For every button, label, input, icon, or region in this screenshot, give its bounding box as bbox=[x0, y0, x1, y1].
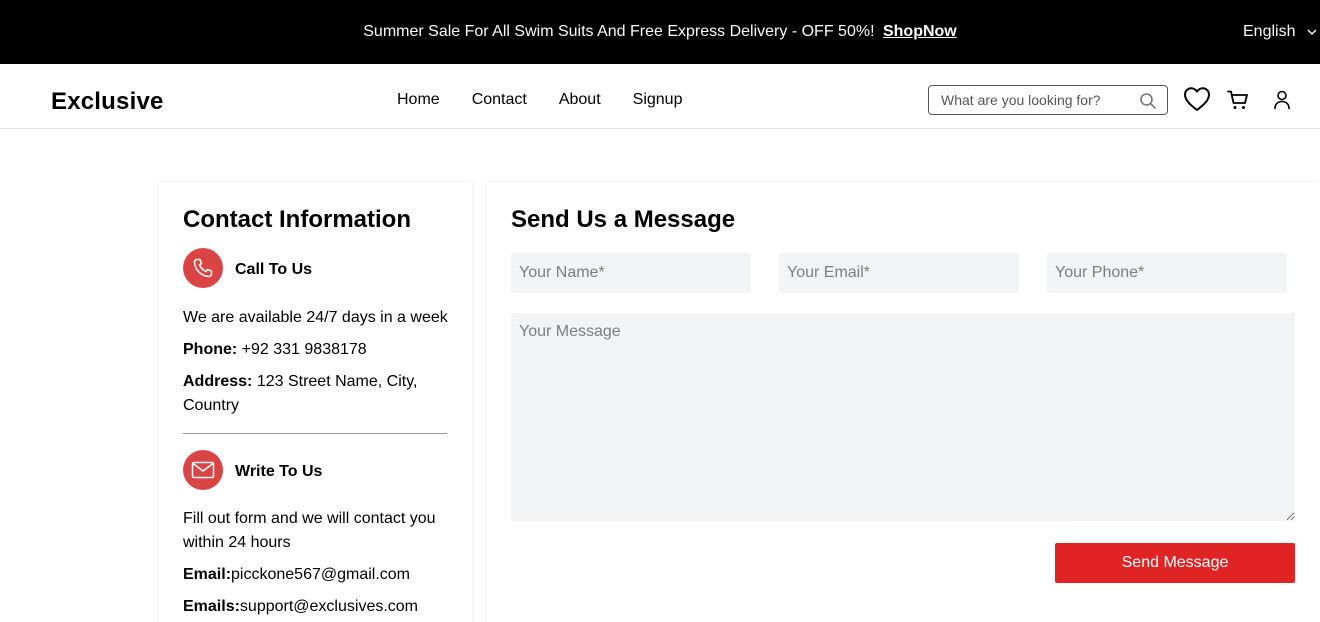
heart-icon[interactable] bbox=[1183, 86, 1211, 112]
nav-contact[interactable]: Contact bbox=[472, 90, 527, 110]
promo-text: Summer Sale For All Swim Suits And Free … bbox=[363, 23, 875, 40]
emails-line: Emails:support@exclusives.com bbox=[183, 595, 463, 619]
main-nav: Home Contact About Signup bbox=[397, 90, 682, 110]
email-field[interactable] bbox=[779, 253, 1019, 293]
emails-label: Emails: bbox=[183, 598, 240, 615]
search-icon[interactable] bbox=[1139, 92, 1157, 110]
section-divider bbox=[183, 433, 447, 434]
message-form-card: Send Us a Message Send Message bbox=[486, 182, 1320, 622]
name-field[interactable] bbox=[511, 253, 751, 293]
email-label: Email: bbox=[183, 566, 232, 583]
phone-icon bbox=[193, 258, 213, 278]
email-line: Email:picckone567@gmail.com bbox=[183, 563, 463, 587]
emails-value: support@exclusives.com bbox=[239, 598, 419, 615]
language-label: English bbox=[1243, 23, 1296, 40]
contact-info-card: Contact Information Call To Us We are av… bbox=[158, 182, 472, 622]
chevron-down-icon bbox=[1307, 29, 1318, 36]
phone-value: +92 331 9838178 bbox=[241, 341, 367, 358]
email-value: picckone567@gmail.com bbox=[231, 566, 411, 583]
phone-icon-circle bbox=[183, 248, 223, 288]
search-box bbox=[928, 85, 1168, 115]
phone-label: Phone: bbox=[183, 341, 238, 358]
form-title: Send Us a Message bbox=[511, 206, 736, 233]
message-textarea[interactable] bbox=[511, 313, 1295, 521]
nav-about[interactable]: About bbox=[559, 90, 601, 110]
mail-icon bbox=[191, 461, 215, 479]
phone-line: Phone: +92 331 9838178 bbox=[183, 338, 453, 362]
availability-text: We are available 24/7 days in a week bbox=[183, 309, 448, 326]
language-selector[interactable]: English bbox=[1243, 22, 1318, 42]
shop-now-link[interactable]: ShopNow bbox=[883, 23, 957, 40]
nav-signup[interactable]: Signup bbox=[633, 90, 683, 110]
promo-banner: Summer Sale For All Swim Suits And Free … bbox=[0, 0, 1320, 64]
address-line: Address: 123 Street Name, City, Country bbox=[183, 370, 423, 418]
send-message-button[interactable]: Send Message bbox=[1055, 543, 1295, 583]
mail-icon-circle bbox=[183, 450, 223, 490]
user-icon[interactable] bbox=[1273, 90, 1291, 110]
call-heading: Call To Us bbox=[235, 261, 313, 278]
promo-message: Summer Sale For All Swim Suits And Free … bbox=[0, 22, 1320, 42]
nav-home[interactable]: Home bbox=[397, 90, 440, 110]
write-description: Fill out form and we will contact you wi… bbox=[183, 510, 436, 551]
address-label: Address: bbox=[183, 373, 253, 390]
write-heading: Write To Us bbox=[235, 463, 323, 480]
site-header: Exclusive Home Contact About Signup bbox=[0, 64, 1320, 129]
site-logo[interactable]: Exclusive bbox=[51, 88, 164, 116]
search-input[interactable] bbox=[941, 92, 1131, 108]
phone-field[interactable] bbox=[1047, 253, 1287, 293]
contact-info-title: Contact Information bbox=[183, 206, 411, 233]
cart-icon[interactable] bbox=[1227, 90, 1249, 110]
